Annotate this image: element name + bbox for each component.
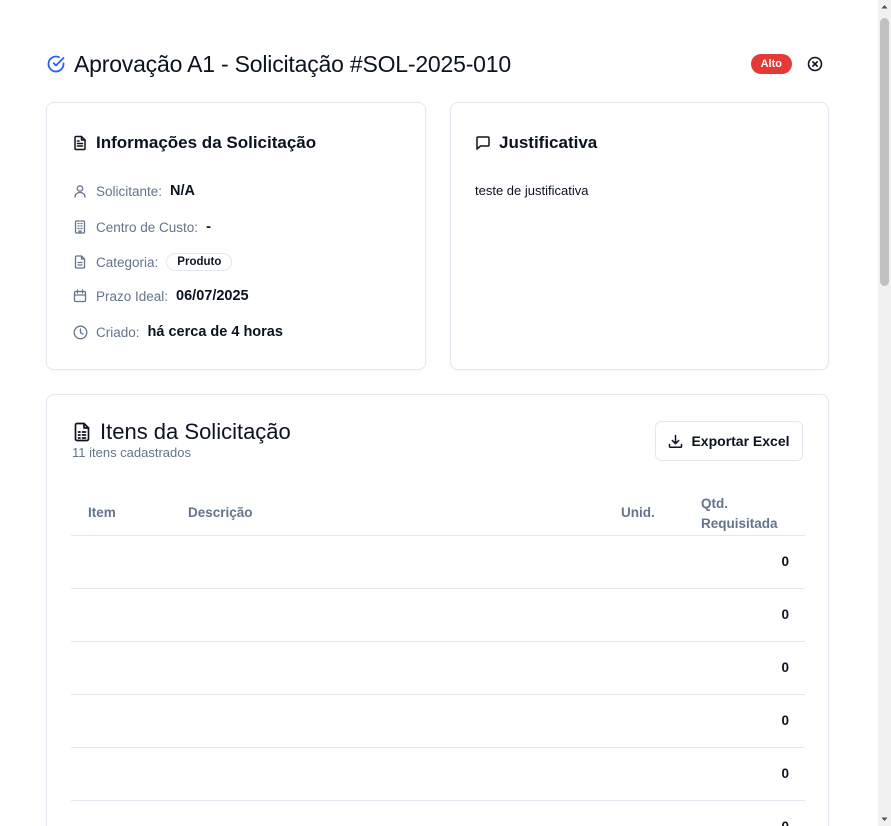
column-header-qty-line2: Requisitada (701, 516, 778, 531)
deadline-value: 06/07/2025 (176, 288, 249, 304)
table-row[interactable]: 0 (71, 642, 805, 695)
created-label: Criado: (96, 324, 140, 340)
qty-cell: 0 (781, 766, 789, 781)
table-row[interactable]: 0 (71, 695, 805, 748)
table-row[interactable]: 0 (71, 536, 805, 589)
justification-text: teste de justificativa (475, 183, 589, 198)
category-chip: Produto (166, 253, 233, 271)
building-icon (72, 219, 88, 235)
items-title: Itens da Solicitação (100, 419, 291, 444)
scroll-up-arrow-icon[interactable] (878, 0, 891, 13)
justification-card-title: Justificativa (499, 133, 598, 152)
vertical-scrollbar[interactable] (878, 0, 891, 826)
close-button[interactable] (806, 55, 824, 73)
document-icon (72, 254, 88, 270)
approval-dialog: Aprovação A1 - Solicitação #SOL-2025-010… (0, 0, 878, 826)
column-header-description[interactable]: Descrição (188, 505, 253, 520)
items-table: Item Descrição Unid. Qtd. Requisitada 0 … (71, 487, 805, 826)
priority-badge: Alto (750, 54, 792, 74)
scrollbar-thumb[interactable] (880, 18, 889, 286)
qty-cell: 0 (781, 819, 789, 826)
dialog-header: Aprovação A1 - Solicitação #SOL-2025-010… (46, 48, 830, 80)
table-header: Item Descrição Unid. Qtd. Requisitada (71, 487, 805, 536)
message-square-icon (476, 136, 490, 150)
deadline-label: Prazo Ideal: (96, 288, 169, 304)
request-info-card: Informações da Solicitação Solicitante: … (46, 102, 426, 370)
qty-cell: 0 (781, 660, 789, 675)
user-icon (72, 183, 88, 199)
spreadsheet-icon (74, 422, 90, 442)
column-header-item[interactable]: Item (88, 505, 116, 520)
column-header-unit[interactable]: Unid. (621, 505, 655, 520)
column-header-qty[interactable]: Qtd. Requisitada (701, 494, 778, 534)
created-row: Criado: há cerca de 4 horas (72, 324, 283, 340)
calendar-icon (72, 288, 88, 304)
info-card-title: Informações da Solicitação (96, 133, 317, 152)
page-title: Aprovação A1 - Solicitação #SOL-2025-010 (74, 50, 511, 77)
table-row[interactable]: 0 (71, 589, 805, 642)
document-icon (74, 135, 86, 151)
justification-card: Justificativa teste de justificativa (450, 102, 829, 370)
export-excel-label: Exportar Excel (691, 433, 790, 449)
scroll-down-arrow-icon[interactable] (878, 813, 891, 826)
cost-center-value: - (206, 219, 211, 235)
qty-cell: 0 (781, 713, 789, 728)
requester-label: Solicitante: (96, 183, 163, 199)
cost-center-row: Centro de Custo: - (72, 219, 211, 235)
qty-cell: 0 (781, 554, 789, 569)
requester-value: N/A (170, 183, 196, 199)
deadline-row: Prazo Ideal: 06/07/2025 (72, 288, 249, 304)
qty-cell: 0 (781, 607, 789, 622)
column-header-qty-line1: Qtd. (701, 496, 728, 511)
items-card-header: Itens da Solicitação 11 itens cadastrado… (72, 419, 291, 460)
items-title-row: Itens da Solicitação (72, 419, 291, 445)
clock-icon (72, 324, 88, 340)
items-card: Itens da Solicitação 11 itens cadastrado… (46, 394, 829, 826)
export-excel-button[interactable]: Exportar Excel (655, 421, 803, 461)
download-icon (669, 434, 683, 448)
info-card-header: Informações da Solicitação (72, 133, 316, 153)
cost-center-label: Centro de Custo: (96, 219, 199, 235)
created-value: há cerca de 4 horas (147, 324, 283, 340)
category-row: Categoria: Produto (72, 253, 233, 271)
header-actions: Alto (750, 54, 830, 74)
category-label: Categoria: (96, 254, 159, 270)
requester-row: Solicitante: N/A (72, 183, 195, 199)
table-row[interactable]: 0 (71, 801, 805, 826)
table-row[interactable]: 0 (71, 748, 805, 801)
justification-card-header: Justificativa (475, 133, 597, 153)
close-circle-icon (807, 56, 823, 72)
items-count: 11 itens cadastrados (72, 445, 191, 460)
check-circle-icon (46, 54, 66, 74)
